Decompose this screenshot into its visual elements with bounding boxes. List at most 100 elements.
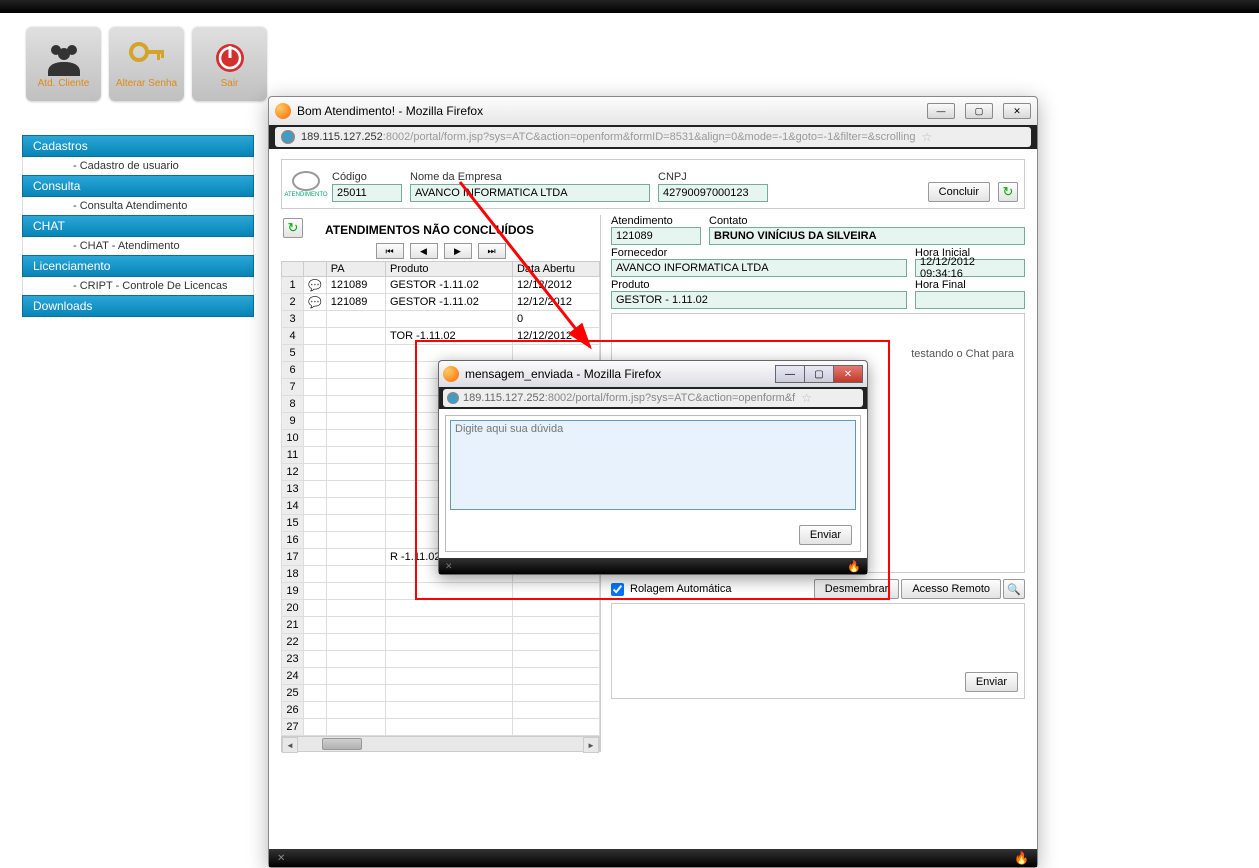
enviar-main-button[interactable]: Enviar	[965, 672, 1018, 692]
grid-refresh-button[interactable]: ↻	[283, 218, 303, 238]
popup-maximize-button[interactable]: ▢	[804, 365, 834, 383]
cell-data	[512, 685, 599, 702]
col-data[interactable]: Data Abertu	[512, 262, 599, 277]
people-icon	[44, 38, 84, 78]
popup-url-bar[interactable]: 🌐 189.115.127.252 :8002/portal/form.jsp?…	[443, 389, 863, 407]
atd-cliente-icon[interactable]: Atd. Cliente	[26, 26, 101, 101]
row-chat-icon	[304, 464, 327, 481]
menu-chat-atend[interactable]: - CHAT - Atendimento	[22, 237, 254, 255]
cell-produto	[386, 617, 513, 634]
bookmark-star-icon[interactable]: ☆	[921, 130, 932, 144]
nav-next-button[interactable]: ▶	[444, 243, 472, 259]
window-titlebar[interactable]: Bom Atendimento! - Mozilla Firefox — ▢ ✕	[269, 97, 1037, 125]
fornecedor-value: AVANCO INFORMATICA LTDA	[611, 259, 907, 277]
popup-window: mensagem_enviada - Mozilla Firefox — ▢ ✕…	[438, 360, 868, 575]
row-number: 11	[282, 447, 304, 464]
minimize-button[interactable]: —	[927, 103, 955, 119]
row-number: 1	[282, 277, 304, 294]
sair-icon[interactable]: Sair	[192, 26, 267, 101]
nav-prev-button[interactable]: ◀	[410, 243, 438, 259]
menu-consulta-atend[interactable]: - Consulta Atendimento	[22, 197, 254, 215]
nome-empresa-label: Nome da Empresa	[410, 171, 650, 183]
popup-body: Enviar	[439, 409, 867, 558]
table-row[interactable]: 1💬121089GESTOR -1.11.0212/12/2012	[282, 277, 600, 294]
table-row[interactable]: 20	[282, 600, 600, 617]
nav-first-button[interactable]: ⏮	[376, 243, 404, 259]
grid-horizontal-scrollbar[interactable]	[281, 736, 600, 752]
table-row[interactable]: 23	[282, 651, 600, 668]
cell-produto	[386, 719, 513, 736]
row-number: 14	[282, 498, 304, 515]
table-row[interactable]: 21	[282, 617, 600, 634]
nav-last-button[interactable]: ⏭	[478, 243, 506, 259]
concluir-button[interactable]: Concluir	[928, 182, 990, 202]
cell-pa: 121089	[326, 294, 385, 311]
table-row[interactable]: 25	[282, 685, 600, 702]
refresh-button[interactable]: ↻	[998, 182, 1018, 202]
menu-consulta[interactable]: Consulta	[22, 175, 254, 197]
row-number: 19	[282, 583, 304, 600]
duvida-textarea[interactable]	[450, 420, 856, 510]
cnpj-input[interactable]	[658, 184, 768, 202]
footer-close-icon[interactable]: ✕	[277, 853, 285, 864]
url-host: 189.115.127.252	[301, 131, 383, 143]
cell-pa	[326, 515, 385, 532]
alterar-senha-label: Alterar Senha	[116, 78, 177, 89]
row-number: 17	[282, 549, 304, 566]
row-chat-icon[interactable]: 💬	[304, 294, 327, 311]
popup-minimize-button[interactable]: —	[775, 365, 805, 383]
cell-produto	[386, 311, 513, 328]
zoom-icon[interactable]: 🔍	[1003, 579, 1025, 599]
close-button[interactable]: ✕	[1003, 103, 1031, 119]
message-box[interactable]: Enviar	[611, 603, 1025, 699]
menu-cadastro-usuario[interactable]: - Cadastro de usuario	[22, 157, 254, 175]
row-number: 18	[282, 566, 304, 583]
row-chat-icon	[304, 481, 327, 498]
col-pa[interactable]: PA	[326, 262, 385, 277]
cell-data	[512, 634, 599, 651]
table-row[interactable]: 26	[282, 702, 600, 719]
menu-cript[interactable]: - CRIPT - Controle De Licencas	[22, 277, 254, 295]
acesso-remoto-button[interactable]: Acesso Remoto	[901, 579, 1001, 599]
row-number: 9	[282, 413, 304, 430]
popup-footer-flame-icon: 🔥	[847, 560, 861, 573]
popup-enviar-button[interactable]: Enviar	[799, 525, 852, 545]
menu-chat[interactable]: CHAT	[22, 215, 254, 237]
nome-empresa-input[interactable]	[410, 184, 650, 202]
cell-produto	[386, 685, 513, 702]
table-row[interactable]: 24	[282, 668, 600, 685]
url-bar-container: 🌐 189.115.127.252 :8002/portal/form.jsp?…	[269, 125, 1037, 149]
cell-pa	[326, 481, 385, 498]
table-row[interactable]: 27	[282, 719, 600, 736]
menu-licenciamento[interactable]: Licenciamento	[22, 255, 254, 277]
codigo-input[interactable]	[332, 184, 402, 202]
table-row[interactable]: 2💬121089GESTOR -1.11.0212/12/2012	[282, 294, 600, 311]
popup-footer-close-icon[interactable]: ✕	[445, 561, 453, 572]
cell-pa	[326, 345, 385, 362]
row-number: 20	[282, 600, 304, 617]
popup-title: mensagem_enviada - Mozilla Firefox	[465, 367, 776, 381]
col-produto[interactable]: Produto	[386, 262, 513, 277]
maximize-button[interactable]: ▢	[965, 103, 993, 119]
cell-pa	[326, 447, 385, 464]
popup-star-icon[interactable]: ☆	[801, 391, 812, 405]
globe-icon: 🌐	[281, 130, 295, 144]
row-chat-icon	[304, 532, 327, 549]
cell-pa	[326, 651, 385, 668]
alterar-senha-icon[interactable]: Alterar Senha	[109, 26, 184, 101]
cell-data	[512, 719, 599, 736]
cell-pa	[326, 532, 385, 549]
row-chat-icon	[304, 549, 327, 566]
url-bar[interactable]: 🌐 189.115.127.252 :8002/portal/form.jsp?…	[275, 127, 1031, 147]
popup-close-button[interactable]: ✕	[833, 365, 863, 383]
table-row[interactable]: 22	[282, 634, 600, 651]
row-chat-icon[interactable]: 💬	[304, 277, 327, 294]
table-row[interactable]: 30	[282, 311, 600, 328]
cell-data: 12/12/2012	[512, 277, 599, 294]
popup-footer: ✕ 🔥	[439, 558, 867, 574]
menu-downloads[interactable]: Downloads	[22, 295, 254, 317]
menu-cadastros[interactable]: Cadastros	[22, 135, 254, 157]
row-number: 10	[282, 430, 304, 447]
row-number: 24	[282, 668, 304, 685]
popup-titlebar[interactable]: mensagem_enviada - Mozilla Firefox — ▢ ✕	[439, 361, 867, 387]
